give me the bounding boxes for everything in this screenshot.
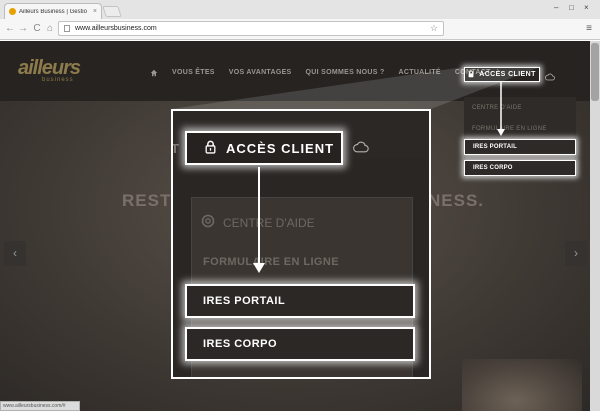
logo-text: ailleurs (18, 57, 81, 79)
browser-status-bar: www.ailleursbusiness.com/# (0, 401, 80, 411)
main-nav: VOUS ÊTES VOS AVANTAGES QUI SOMMES NOUS … (150, 69, 491, 79)
nav-item-actualite[interactable]: ACTUALITÉ (399, 69, 441, 79)
window-maximize-icon[interactable]: □ (569, 3, 574, 13)
browser-toolbar: ← → C ⌂ www.ailleursbusiness.com ☆ ≡ (0, 19, 600, 40)
favicon-icon (9, 8, 16, 15)
zoom-item-form[interactable]: FORMULAIRE EN LIGNE (203, 256, 339, 268)
dropdown-item-ires-portail[interactable]: IRES PORTAIL (464, 139, 576, 155)
browser-home-icon[interactable]: ⌂ (44, 22, 56, 36)
cloud-icon (353, 140, 369, 158)
dropdown-item-help[interactable]: CENTRE D'AIDE (472, 105, 522, 111)
nav-item-vos-avantages[interactable]: VOS AVANTAGES (229, 69, 292, 79)
hero-headline-right: NESS. (428, 191, 485, 210)
zoom-arrow-head (253, 263, 265, 273)
carousel-prev-button[interactable]: ‹ (4, 241, 26, 266)
zoom-item-ires-corpo[interactable]: IRES CORPO (185, 327, 415, 361)
zoom-arrow-line (258, 167, 260, 265)
nav-item-qui-sommes-nous[interactable]: QUI SOMMES NOUS ? (306, 69, 385, 79)
site-logo[interactable]: ailleurs business (18, 57, 81, 83)
scrollbar-thumb[interactable] (591, 43, 599, 101)
bookmark-star-icon[interactable]: ☆ (430, 22, 438, 35)
back-arrow-icon[interactable]: ← (4, 22, 16, 36)
zoom-partial-nav-text: T (171, 141, 179, 156)
client-access-button[interactable]: ACCÈS CLIENT (464, 67, 540, 82)
reload-icon[interactable]: C (31, 22, 43, 36)
zoom-item-ires-portail[interactable]: IRES PORTAIL (185, 284, 415, 318)
hero-photo (462, 359, 582, 411)
new-tab-button[interactable] (102, 6, 122, 17)
tab-title: Ailleurs Business | Gestio (19, 8, 87, 15)
tab-close-icon[interactable]: × (93, 8, 97, 15)
lock-icon (468, 70, 474, 80)
dropdown-item-form[interactable]: FORMULAIRE EN LIGNE (472, 126, 547, 132)
forward-arrow-icon[interactable]: → (17, 22, 29, 36)
browser-menu-icon[interactable]: ≡ (586, 23, 592, 34)
dropdown-item-ires-corpo[interactable]: IRES CORPO (464, 160, 576, 176)
carousel-next-button[interactable]: › (565, 241, 587, 266)
zoom-item-help-label: CENTRE D'AIDE (223, 215, 315, 230)
client-access-label: ACCÈS CLIENT (479, 71, 536, 78)
zoom-client-access-button[interactable]: ACCÈS CLIENT (185, 131, 343, 165)
nav-item-vous-etes[interactable]: VOUS ÊTES (172, 69, 215, 79)
nav-home-icon[interactable] (150, 69, 158, 79)
zoom-client-access-label: ACCÈS CLIENT (226, 140, 335, 156)
window-minimize-icon[interactable]: – (554, 3, 558, 13)
window-close-icon[interactable]: × (584, 3, 589, 13)
tab-strip: Ailleurs Business | Gestio × – □ × (0, 0, 600, 19)
site-header: ailleurs business VOUS ÊTES VOS AVANTAGE… (0, 41, 600, 101)
browser-tab[interactable]: Ailleurs Business | Gestio × (4, 3, 102, 19)
address-bar[interactable]: www.ailleursbusiness.com ☆ (58, 21, 444, 36)
page-icon (64, 25, 70, 32)
address-url: www.ailleursbusiness.com (75, 25, 157, 32)
cloud-icon[interactable] (544, 68, 555, 86)
lock-icon (205, 140, 216, 157)
zoom-callout: T ACCÈS CLIENT CENTRE D'AIDE FORMULAIRE … (171, 109, 431, 379)
help-icon (201, 214, 215, 231)
